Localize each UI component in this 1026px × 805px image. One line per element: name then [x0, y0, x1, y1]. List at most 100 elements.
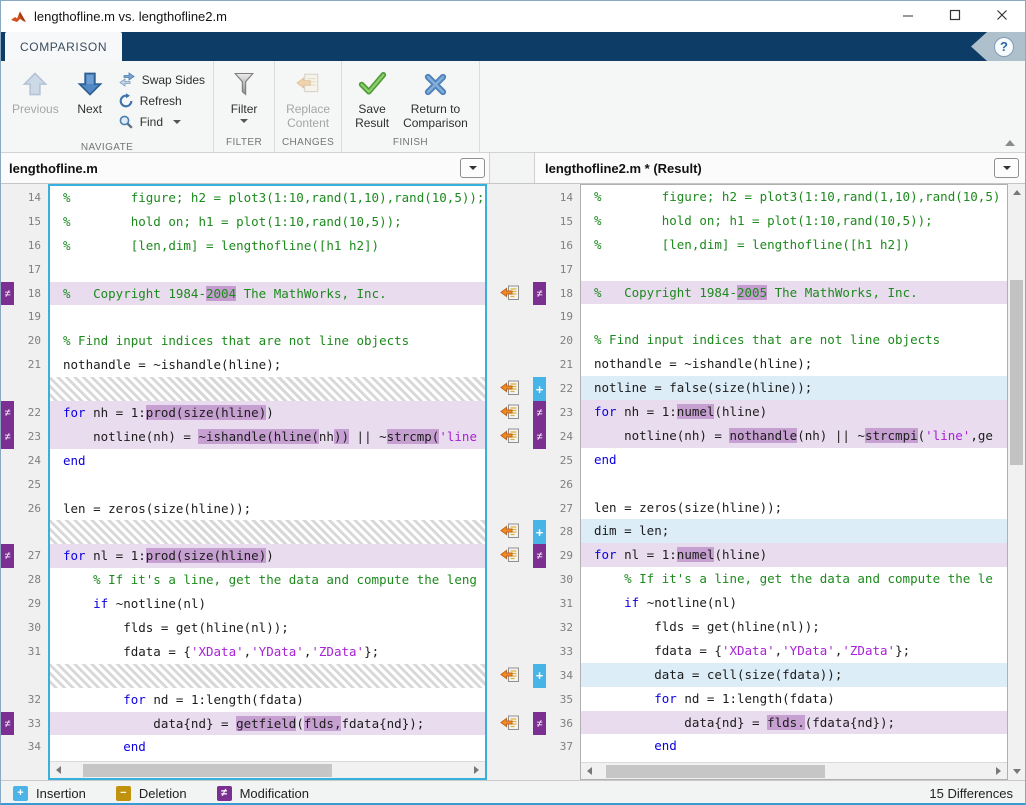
modification-marker: ≠ — [533, 401, 546, 425]
replace-icon — [295, 69, 321, 99]
line-number: 19 — [546, 305, 580, 329]
merge-cell — [487, 591, 533, 615]
close-icon — [996, 9, 1008, 24]
scrollbar-thumb[interactable] — [1010, 280, 1023, 465]
modification-marker: ≠ — [533, 544, 546, 568]
marker-cell — [533, 210, 546, 234]
code-line: end — [50, 735, 485, 759]
merge-cell — [487, 496, 533, 520]
replace-content-merge-button[interactable] — [500, 428, 520, 444]
right-pane-title: lengthofline2.m * (Result) — [545, 161, 702, 176]
replace-content-merge-button[interactable] — [500, 715, 520, 731]
scrollbar-thumb[interactable] — [606, 765, 826, 778]
code-line: % hold on; h1 = plot(1:10,rand(10,5)); — [50, 210, 485, 234]
marker-cell — [533, 258, 546, 282]
marker-cell — [533, 329, 546, 353]
collapse-ribbon-icon[interactable] — [1005, 140, 1015, 146]
maximize-button[interactable] — [931, 1, 978, 32]
code-line — [581, 304, 1007, 328]
scroll-right-icon[interactable] — [990, 763, 1007, 780]
minimize-button[interactable] — [884, 1, 931, 32]
code-line: end — [581, 448, 1007, 472]
marker-cell — [1, 520, 14, 544]
find-button[interactable]: Find — [118, 111, 205, 132]
replace-content-merge-button[interactable] — [500, 547, 520, 563]
insertion-marker: + — [533, 377, 546, 401]
merge-change-icon — [500, 719, 520, 734]
merge-cell — [487, 400, 533, 424]
marker-cell — [533, 735, 546, 759]
code-line: % Copyright 1984-2005 The MathWorks, Inc… — [581, 281, 1007, 305]
minimize-icon — [902, 9, 914, 24]
code-line: % [len,dim] = lengthofline([h1 h2]) — [50, 234, 485, 258]
titlebar: lengthofline.m vs. lengthofline2.m — [1, 1, 1025, 32]
line-number: 33 — [14, 712, 48, 736]
code-line: fdata = {'XData','YData','ZData'}; — [50, 640, 485, 664]
right-pane-menu-button[interactable] — [994, 158, 1019, 178]
scroll-right-icon[interactable] — [468, 762, 485, 779]
left-horizontal-scrollbar[interactable] — [50, 761, 485, 778]
marker-cell — [1, 210, 14, 234]
return-to-comparison-button[interactable]: Return to Comparison — [398, 64, 473, 135]
left-code-pane: % figure; h2 = plot3(1:10,rand(1,10),ran… — [48, 184, 487, 780]
merge-change-icon — [500, 408, 520, 423]
scroll-down-icon[interactable] — [1008, 763, 1025, 780]
right-horizontal-scrollbar[interactable] — [581, 762, 1007, 779]
chevron-down-icon — [469, 166, 477, 170]
code-line: % Copyright 1984-2004 The MathWorks, Inc… — [50, 282, 485, 306]
save-result-button[interactable]: Save Result — [348, 64, 396, 135]
marker-cell — [1, 616, 14, 640]
code-line: % If it's a line, get the data and compu… — [581, 567, 1007, 591]
toolbar-group-navigate: PreviousNextSwap SidesRefreshFindNAVIGAT… — [1, 61, 214, 152]
code-line: fdata = {'XData','YData','ZData'}; — [581, 639, 1007, 663]
modification-icon: ≠ — [217, 786, 232, 801]
line-number: 29 — [14, 592, 48, 616]
merge-cell — [487, 711, 533, 735]
diff-area: ≠≠≠≠≠ 1415161718192021222324252627282930… — [1, 184, 1025, 780]
code-line: % figure; h2 = plot3(1:10,rand(1,10),ran… — [50, 186, 485, 210]
merge-cell — [487, 352, 533, 376]
next-button[interactable]: Next — [66, 64, 114, 140]
line-number: 24 — [546, 425, 580, 449]
filter-button[interactable]: Filter — [220, 64, 268, 135]
tab-comparison[interactable]: COMPARISON — [5, 32, 122, 61]
legend-label: Modification — [240, 786, 309, 801]
left-pane-title: lengthofline.m — [9, 161, 98, 176]
replace-content-merge-button[interactable] — [500, 380, 520, 396]
line-number: 35 — [546, 688, 580, 712]
marker-cell — [533, 449, 546, 473]
swap-sides-button[interactable]: Swap Sides — [118, 69, 205, 90]
merge-cell — [487, 233, 533, 257]
code-line: % Find input indices that are not line o… — [581, 328, 1007, 352]
help-button[interactable]: ? — [971, 32, 1025, 61]
marker-cell — [1, 258, 14, 282]
scroll-up-icon[interactable] — [1008, 184, 1025, 201]
scrollbar-thumb[interactable] — [83, 764, 332, 777]
replace-content-merge-button[interactable] — [500, 404, 520, 420]
toolbar-group-finish: Save ResultReturn to ComparisonFINISH — [342, 61, 480, 152]
deletion-icon: − — [116, 786, 131, 801]
merge-change-icon — [500, 551, 520, 566]
ribbon-tab-bar: COMPARISON ? — [1, 32, 1025, 61]
left-pane-header: lengthofline.m — [1, 153, 490, 183]
left-pane-menu-button[interactable] — [460, 158, 485, 178]
merge-cell — [487, 376, 533, 400]
replace-content-merge-button[interactable] — [500, 523, 520, 539]
code-line — [50, 473, 485, 497]
merge-cell — [487, 639, 533, 663]
legend-label: Deletion — [139, 786, 187, 801]
line-number: 18 — [14, 282, 48, 306]
line-number — [14, 377, 48, 401]
replace-content-merge-button[interactable] — [500, 667, 520, 683]
scroll-left-icon[interactable] — [581, 763, 598, 780]
chevron-down-icon — [173, 120, 181, 124]
scroll-left-icon[interactable] — [50, 762, 67, 779]
replace-content-merge-button[interactable] — [500, 285, 520, 301]
refresh-button[interactable]: Refresh — [118, 90, 205, 111]
close-button[interactable] — [978, 1, 1025, 32]
button-label: Previous — [12, 102, 59, 116]
merge-actions-column — [487, 184, 533, 780]
modification-marker: ≠ — [1, 712, 14, 736]
modification-marker: ≠ — [1, 544, 14, 568]
right-vertical-scrollbar[interactable] — [1008, 184, 1025, 780]
